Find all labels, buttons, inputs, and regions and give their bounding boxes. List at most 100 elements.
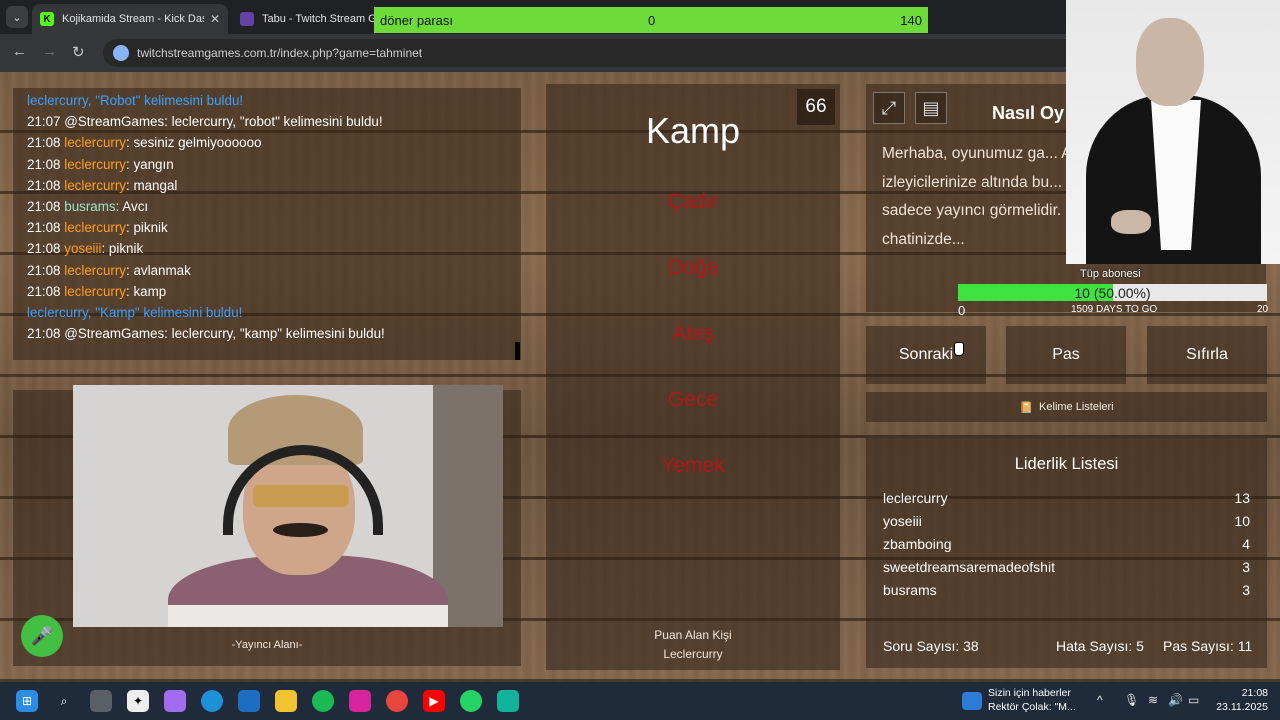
battery-icon[interactable]: ▭	[1188, 693, 1199, 707]
leaderboard-row: zbamboing 4	[883, 536, 1250, 552]
leaderboard-row: leclercurry 13	[883, 490, 1250, 506]
chat-text: : sesiniz gelmiyoooooo	[126, 135, 262, 151]
subscriber-goal-days: 1509 DAYS TO GO	[1071, 304, 1158, 315]
chat-username[interactable]: leclercurry	[64, 178, 126, 193]
chrome-icon[interactable]	[386, 690, 408, 712]
word-lists-label: Kelime Listeleri	[1039, 401, 1114, 413]
question-count: Soru Sayısı: 38	[883, 638, 979, 654]
tab-tabu-game[interactable]: Tabu - Twitch Stream Gam	[232, 4, 382, 34]
microphone-button[interactable]: 🎤	[21, 615, 63, 657]
chat-username[interactable]: @StreamGames	[64, 114, 164, 129]
chat-text: : avlanmak	[126, 262, 191, 278]
taboo-word: Yemek	[661, 454, 725, 477]
windows-start-icon[interactable]: ⊞	[16, 690, 38, 712]
goal-target: 140	[900, 13, 922, 28]
tab-kick-dashboard[interactable]: K Kojikamida Stream - Kick Dashb ✕	[32, 4, 228, 34]
youtube-icon[interactable]: ▶	[423, 690, 445, 712]
back-arrow-icon[interactable]: ←	[12, 43, 27, 60]
news-title: Sizin için haberler	[988, 687, 1071, 699]
subscriber-goal-label: Tüp abonesi	[1080, 268, 1141, 280]
chat-message: 21:07 @StreamGames: leclercurry, "robot"…	[27, 111, 507, 132]
how-to-play-title: Nasıl Oy	[992, 103, 1065, 123]
taboo-word: Doğa	[667, 256, 719, 279]
chat-username[interactable]: leclercurry	[64, 263, 126, 278]
game-app-icon[interactable]	[497, 690, 519, 712]
leaderboard-row: sweetdreamsaremadeofshit 3	[883, 559, 1250, 575]
word-lists-button[interactable]: 📔 Kelime Listeleri	[866, 392, 1267, 422]
news-subtitle: Rektör Çolak: "M...	[988, 701, 1076, 713]
taboo-word: Ateş	[671, 322, 715, 345]
wifi-icon[interactable]: ≋	[1148, 693, 1158, 707]
chat-time: 21:08	[27, 177, 61, 193]
chat-message: 21:08 yoseiii: piknik	[27, 238, 507, 259]
chat-text: : yangın	[126, 156, 174, 172]
error-count: Hata Sayısı: 5	[1056, 638, 1144, 654]
chat-time: 21:08	[27, 199, 61, 215]
chat-username[interactable]: leclercurry	[64, 284, 126, 299]
tray-mic-icon[interactable]: 🎙	[1124, 693, 1139, 707]
chat-scrollbar[interactable]	[515, 342, 520, 360]
chat-system-text: leclercurry, "Kamp" kelimesini buldu!	[27, 305, 243, 321]
leaderboard-name: zbamboing	[883, 536, 952, 552]
chat-text: : kamp	[126, 283, 167, 299]
site-info-icon[interactable]	[113, 45, 129, 61]
chat-system-text: leclercurry, "Robot" kelimesini buldu!	[27, 93, 244, 108]
task-view-icon[interactable]	[90, 690, 112, 712]
chat-text: : mangal	[126, 177, 178, 193]
goal-label: döner parası	[380, 13, 453, 28]
close-tab-icon[interactable]: ✕	[210, 12, 220, 26]
edge-browser-icon[interactable]	[201, 690, 223, 712]
outlook-icon[interactable]	[238, 690, 260, 712]
search-icon[interactable]: ⌕	[53, 690, 75, 712]
forward-arrow-icon[interactable]: →	[42, 43, 57, 60]
news-widget[interactable]: Sizin için haberler Rektör Çolak: "M...	[988, 686, 1076, 714]
tab-title: Tabu - Twitch Stream Gam	[262, 13, 374, 25]
tab-title: Kojikamida Stream - Kick Dashb	[62, 13, 204, 25]
chat-username[interactable]: leclercurry	[64, 157, 126, 172]
chat-time: 21:08	[27, 156, 61, 172]
tray-chevron-icon[interactable]: ^	[1097, 693, 1103, 707]
leaderboard-title: Liderlik Listesi	[1014, 455, 1119, 473]
goal-current: 0	[648, 13, 656, 28]
chat-message: 21:08 busrams: Avcı	[27, 196, 507, 217]
chat-username[interactable]: leclercurry	[64, 135, 126, 150]
chat-message: leclercurry, "Kamp" kelimesini buldu!	[27, 302, 507, 323]
chat-message: 21:08 leclercurry: mangal	[27, 175, 507, 196]
twitch-logo-icon	[240, 12, 254, 26]
leaderboard-row: yoseiii 10	[883, 513, 1250, 529]
chat-time: 21:07	[27, 114, 61, 130]
reset-button[interactable]: Sıfırla	[1147, 326, 1267, 384]
pass-button[interactable]: Pas	[1006, 326, 1126, 384]
cat-app-icon[interactable]: ✦	[127, 690, 149, 712]
chat-username[interactable]: @StreamGames	[64, 326, 164, 341]
chat-message: 21:08 leclercurry: avlanmak	[27, 260, 507, 281]
fullscreen-icon[interactable]: ⤢	[873, 92, 905, 124]
chat-time: 21:08	[27, 135, 61, 151]
chat-message: 21:08 leclercurry: yangın	[27, 154, 507, 175]
leaderboard-score: 3	[1242, 582, 1250, 598]
volume-icon[interactable]: 🔊	[1168, 693, 1183, 707]
chat-username[interactable]: busrams	[64, 199, 115, 214]
file-explorer-icon[interactable]	[275, 690, 297, 712]
scorer-name: Leclercurry	[663, 647, 723, 661]
url-field[interactable]: twitchstreamgames.com.tr/index.php?game=…	[103, 39, 1083, 67]
leaderboard-score: 13	[1234, 490, 1250, 506]
document-icon[interactable]: ▤	[915, 92, 947, 124]
instagram-icon[interactable]	[349, 690, 371, 712]
clock-time: 21:08	[1241, 687, 1268, 699]
chat-text: : piknik	[126, 220, 168, 236]
system-clock[interactable]: 21:08 23.11.2025	[1214, 686, 1268, 714]
reload-icon[interactable]: ↻	[72, 43, 85, 61]
whatsapp-icon[interactable]	[460, 690, 482, 712]
chat-username[interactable]: leclercurry	[64, 220, 126, 235]
chat-username[interactable]: yoseiii	[64, 241, 101, 256]
news-widget-icon[interactable]	[962, 692, 982, 710]
chat-time: 21:08	[27, 220, 61, 236]
chat-text: : piknik	[101, 241, 144, 257]
spotify-icon[interactable]	[312, 690, 334, 712]
word-card-panel	[546, 84, 840, 670]
next-button[interactable]: Sonraki	[866, 326, 986, 384]
subscriber-goal-count: 10 (50.00%)	[1074, 285, 1151, 301]
tab-search-chevron-icon[interactable]: ⌄	[6, 6, 28, 28]
copilot-icon[interactable]	[164, 690, 186, 712]
